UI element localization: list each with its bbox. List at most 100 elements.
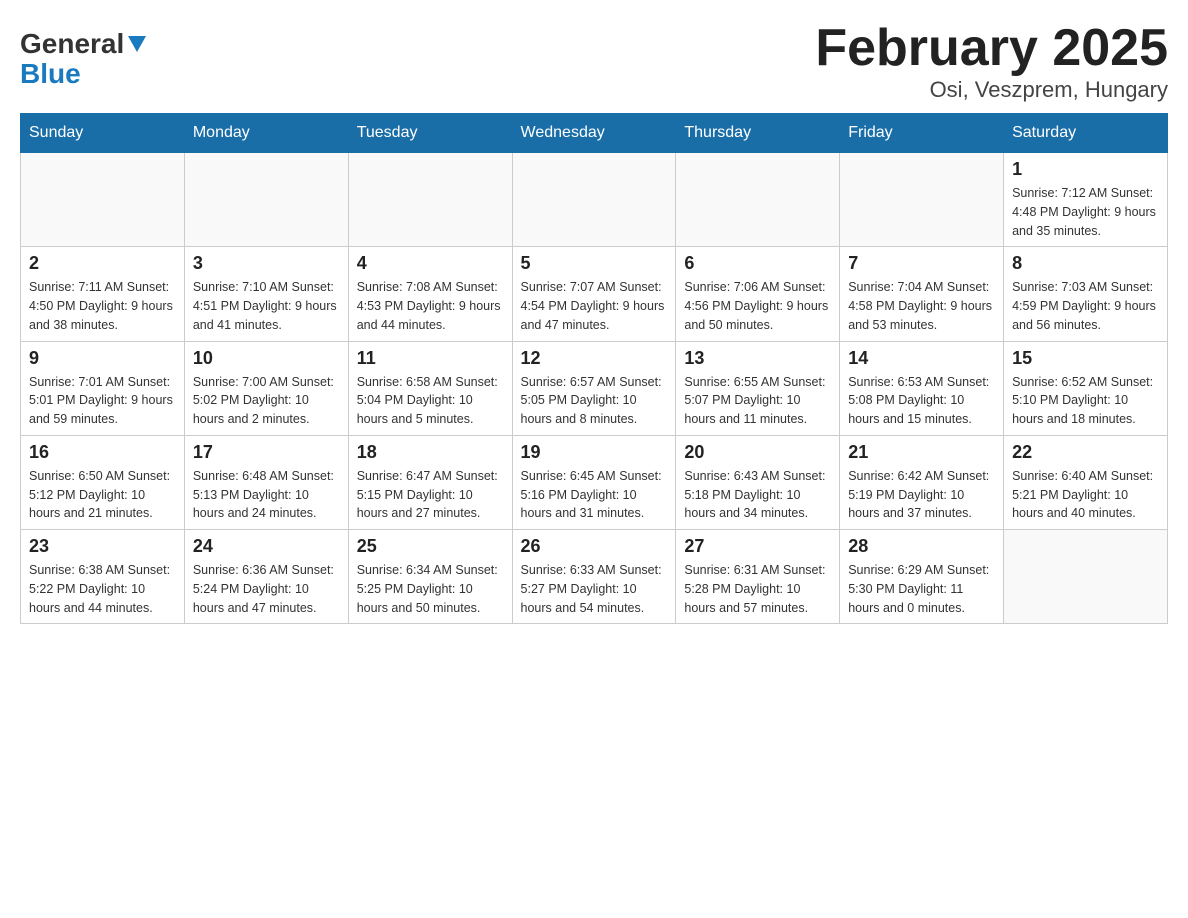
day-info: Sunrise: 6:38 AM Sunset: 5:22 PM Dayligh… [29, 561, 176, 617]
day-info: Sunrise: 7:03 AM Sunset: 4:59 PM Dayligh… [1012, 278, 1159, 334]
title-section: February 2025 Osi, Veszprem, Hungary [815, 20, 1168, 103]
calendar-week-row: 2Sunrise: 7:11 AM Sunset: 4:50 PM Daylig… [21, 247, 1168, 341]
weekday-header-saturday: Saturday [1004, 114, 1168, 153]
day-number: 9 [29, 348, 176, 369]
calendar-cell: 5 Sunrise: 7:07 AM Sunset: 4:54 PM Daylig… [512, 247, 676, 341]
calendar-cell: 16 Sunrise: 6:50 AM Sunset: 5:12 PM Dayli… [21, 435, 185, 529]
calendar-week-row: 23 Sunrise: 6:38 AM Sunset: 5:22 PM Dayli… [21, 530, 1168, 624]
calendar-cell [840, 153, 1004, 247]
calendar-cell: 6 Sunrise: 7:06 AM Sunset: 4:56 PM Daylig… [676, 247, 840, 341]
day-number: 3 [193, 253, 340, 274]
day-number: 7 [848, 253, 995, 274]
logo-blue-text: Blue [20, 58, 81, 90]
day-info: Sunrise: 6:57 AM Sunset: 5:05 PM Dayligh… [521, 373, 668, 429]
day-number: 21 [848, 442, 995, 463]
day-info: Sunrise: 7:04 AM Sunset: 4:58 PM Dayligh… [848, 278, 995, 334]
day-info: Sunrise: 7:06 AM Sunset: 4:56 PM Dayligh… [684, 278, 831, 334]
day-number: 16 [29, 442, 176, 463]
day-number: 2 [29, 253, 176, 274]
day-number: 12 [521, 348, 668, 369]
day-number: 22 [1012, 442, 1159, 463]
calendar-cell: 3 Sunrise: 7:10 AM Sunset: 4:51 PM Daylig… [184, 247, 348, 341]
day-info: Sunrise: 6:50 AM Sunset: 5:12 PM Dayligh… [29, 467, 176, 523]
calendar-cell: 11 Sunrise: 6:58 AM Sunset: 5:04 PM Dayli… [348, 341, 512, 435]
calendar-cell: 21 Sunrise: 6:42 AM Sunset: 5:19 PM Dayli… [840, 435, 1004, 529]
day-number: 6 [684, 253, 831, 274]
day-info: Sunrise: 6:34 AM Sunset: 5:25 PM Dayligh… [357, 561, 504, 617]
weekday-header-thursday: Thursday [676, 114, 840, 153]
day-number: 19 [521, 442, 668, 463]
day-info: Sunrise: 6:53 AM Sunset: 5:08 PM Dayligh… [848, 373, 995, 429]
weekday-header-friday: Friday [840, 114, 1004, 153]
day-info: Sunrise: 6:36 AM Sunset: 5:24 PM Dayligh… [193, 561, 340, 617]
day-number: 18 [357, 442, 504, 463]
calendar-cell: 19 Sunrise: 6:45 AM Sunset: 5:16 PM Dayli… [512, 435, 676, 529]
calendar-cell: 2Sunrise: 7:11 AM Sunset: 4:50 PM Daylig… [21, 247, 185, 341]
day-number: 25 [357, 536, 504, 557]
day-info: Sunrise: 6:40 AM Sunset: 5:21 PM Dayligh… [1012, 467, 1159, 523]
day-number: 14 [848, 348, 995, 369]
calendar-header-row: SundayMondayTuesdayWednesdayThursdayFrid… [21, 114, 1168, 153]
day-info: Sunrise: 6:47 AM Sunset: 5:15 PM Dayligh… [357, 467, 504, 523]
day-info: Sunrise: 6:29 AM Sunset: 5:30 PM Dayligh… [848, 561, 995, 617]
day-info: Sunrise: 7:00 AM Sunset: 5:02 PM Dayligh… [193, 373, 340, 429]
calendar-cell: 18 Sunrise: 6:47 AM Sunset: 5:15 PM Dayli… [348, 435, 512, 529]
day-number: 13 [684, 348, 831, 369]
calendar-cell: 15 Sunrise: 6:52 AM Sunset: 5:10 PM Dayli… [1004, 341, 1168, 435]
day-info: Sunrise: 6:43 AM Sunset: 5:18 PM Dayligh… [684, 467, 831, 523]
logo: General Blue [20, 20, 148, 90]
day-info: Sunrise: 7:10 AM Sunset: 4:51 PM Dayligh… [193, 278, 340, 334]
calendar-cell [348, 153, 512, 247]
logo-general-text: General [20, 30, 124, 58]
weekday-header-wednesday: Wednesday [512, 114, 676, 153]
calendar-cell: 7 Sunrise: 7:04 AM Sunset: 4:58 PM Daylig… [840, 247, 1004, 341]
day-number: 27 [684, 536, 831, 557]
calendar-cell: 14 Sunrise: 6:53 AM Sunset: 5:08 PM Dayli… [840, 341, 1004, 435]
day-info: Sunrise: 6:42 AM Sunset: 5:19 PM Dayligh… [848, 467, 995, 523]
day-number: 20 [684, 442, 831, 463]
day-number: 11 [357, 348, 504, 369]
calendar-cell: 4 Sunrise: 7:08 AM Sunset: 4:53 PM Daylig… [348, 247, 512, 341]
day-number: 26 [521, 536, 668, 557]
weekday-header-monday: Monday [184, 114, 348, 153]
month-title: February 2025 [815, 20, 1168, 77]
day-info: Sunrise: 7:07 AM Sunset: 4:54 PM Dayligh… [521, 278, 668, 334]
calendar-cell [21, 153, 185, 247]
day-info: Sunrise: 7:01 AM Sunset: 5:01 PM Dayligh… [29, 373, 176, 429]
day-number: 17 [193, 442, 340, 463]
calendar-cell: 10 Sunrise: 7:00 AM Sunset: 5:02 PM Dayli… [184, 341, 348, 435]
day-number: 28 [848, 536, 995, 557]
calendar-cell: 17Sunrise: 6:48 AM Sunset: 5:13 PM Dayli… [184, 435, 348, 529]
calendar-cell [184, 153, 348, 247]
calendar-cell: 28 Sunrise: 6:29 AM Sunset: 5:30 PM Dayli… [840, 530, 1004, 624]
day-number: 24 [193, 536, 340, 557]
calendar-week-row: 9 Sunrise: 7:01 AM Sunset: 5:01 PM Daylig… [21, 341, 1168, 435]
calendar-cell [676, 153, 840, 247]
calendar-cell: 23 Sunrise: 6:38 AM Sunset: 5:22 PM Dayli… [21, 530, 185, 624]
weekday-header-sunday: Sunday [21, 114, 185, 153]
logo-triangle-icon [126, 32, 148, 54]
day-info: Sunrise: 6:33 AM Sunset: 5:27 PM Dayligh… [521, 561, 668, 617]
day-info: Sunrise: 7:12 AM Sunset: 4:48 PM Dayligh… [1012, 184, 1159, 240]
calendar-cell: 9 Sunrise: 7:01 AM Sunset: 5:01 PM Daylig… [21, 341, 185, 435]
calendar-cell: 8 Sunrise: 7:03 AM Sunset: 4:59 PM Daylig… [1004, 247, 1168, 341]
day-number: 5 [521, 253, 668, 274]
day-info: Sunrise: 6:31 AM Sunset: 5:28 PM Dayligh… [684, 561, 831, 617]
page-header: General Blue February 2025 Osi, Veszprem… [20, 20, 1168, 103]
day-info: Sunrise: 7:08 AM Sunset: 4:53 PM Dayligh… [357, 278, 504, 334]
day-number: 23 [29, 536, 176, 557]
day-info: Sunrise: 6:52 AM Sunset: 5:10 PM Dayligh… [1012, 373, 1159, 429]
location-text: Osi, Veszprem, Hungary [815, 77, 1168, 103]
day-number: 4 [357, 253, 504, 274]
weekday-header-tuesday: Tuesday [348, 114, 512, 153]
day-info: Sunrise: 6:58 AM Sunset: 5:04 PM Dayligh… [357, 373, 504, 429]
calendar-cell: 24 Sunrise: 6:36 AM Sunset: 5:24 PM Dayli… [184, 530, 348, 624]
day-number: 10 [193, 348, 340, 369]
day-info: Sunrise: 6:45 AM Sunset: 5:16 PM Dayligh… [521, 467, 668, 523]
calendar-week-row: 16 Sunrise: 6:50 AM Sunset: 5:12 PM Dayli… [21, 435, 1168, 529]
calendar-week-row: 1Sunrise: 7:12 AM Sunset: 4:48 PM Daylig… [21, 153, 1168, 247]
calendar-cell: 27 Sunrise: 6:31 AM Sunset: 5:28 PM Dayli… [676, 530, 840, 624]
calendar-cell: 12 Sunrise: 6:57 AM Sunset: 5:05 PM Dayli… [512, 341, 676, 435]
day-number: 15 [1012, 348, 1159, 369]
day-number: 8 [1012, 253, 1159, 274]
